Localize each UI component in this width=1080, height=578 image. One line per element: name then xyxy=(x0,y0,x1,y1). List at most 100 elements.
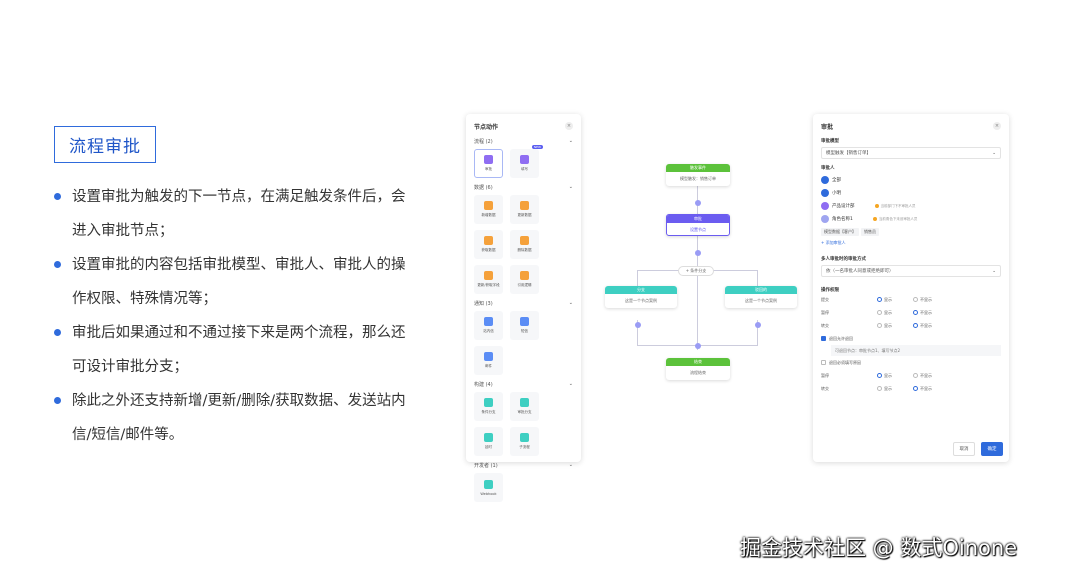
permission-label: 暂停 xyxy=(821,309,829,315)
node-section-header[interactable]: 构建 (4) ⌄ xyxy=(474,381,573,389)
node-section-header[interactable]: 开发者 (1) ⌄ xyxy=(474,462,573,470)
permission-label: 暂停 xyxy=(821,372,829,378)
radio-button[interactable] xyxy=(913,323,918,328)
radio-option-hide[interactable]: 不显示 xyxy=(913,386,949,392)
node-tile[interactable]: Webhook xyxy=(474,473,503,502)
end-node[interactable]: 结束 流程结束 xyxy=(666,358,730,380)
reason-checkbox-row[interactable]: 退回必须填写原因 xyxy=(821,356,1001,369)
node-tile[interactable]: 审批 xyxy=(474,149,503,178)
radio-option-hide[interactable]: 不显示 xyxy=(913,323,949,329)
approver-item[interactable]: 产品设计部 当前部门下不审批人员 xyxy=(821,202,1001,210)
checkbox-unchecked[interactable] xyxy=(821,360,826,365)
radio-option-show[interactable]: 显示 xyxy=(877,297,913,303)
warning-icon xyxy=(872,217,877,221)
radio-button[interactable] xyxy=(913,373,918,378)
approval-panel-title: 审批 xyxy=(821,123,834,131)
radio-option-hide[interactable]: 不显示 xyxy=(913,373,949,379)
add-node-icon[interactable] xyxy=(695,343,701,349)
node-icon xyxy=(484,271,493,280)
node-tile[interactable]: 条件分支 xyxy=(474,392,503,421)
multi-approve-select[interactable]: 依（一名审批人同意或拒绝即可） ⌄ xyxy=(821,265,1001,277)
branch-left-node[interactable]: 分支 这是一个节点案例 xyxy=(605,286,677,308)
bullet-text: 除此之外还支持新增/更新/删除/获取数据、发送站内信/短信/邮件等。 xyxy=(72,393,406,443)
node-tile[interactable]: 更新/获取字段 xyxy=(474,265,503,294)
radio-label: 不显示 xyxy=(920,385,932,391)
approver-name: 角色名称1 xyxy=(832,217,853,222)
node-tile-label: 延时 xyxy=(485,445,492,449)
flow-canvas: 触发事件 模型触发：销售订单 审批 设置节点 + 条件分支 分支 这是一个节点案… xyxy=(600,160,797,400)
add-node-icon[interactable] xyxy=(755,322,761,328)
node-tile[interactable]: 新增数据 xyxy=(474,195,503,224)
radio-button[interactable] xyxy=(877,310,882,315)
bullet-dot xyxy=(54,329,61,336)
cancel-button[interactable]: 取消 xyxy=(953,442,975,456)
approver-name: 产品设计部 xyxy=(832,204,855,209)
node-section-label: 构建 (4) xyxy=(474,382,493,388)
node-tile-label: 更新数据 xyxy=(517,213,532,217)
close-icon[interactable]: × xyxy=(993,122,1001,130)
approver-item[interactable]: 小明 xyxy=(821,189,1001,197)
radio-option-hide[interactable]: 不显示 xyxy=(913,297,949,303)
radio-option-hide[interactable]: 不显示 xyxy=(913,310,949,316)
add-branch-button[interactable]: + 条件分支 xyxy=(678,266,714,276)
branch-right-body: 这是一个节点案例 xyxy=(745,298,777,303)
branch-left-header: 分支 xyxy=(605,286,677,294)
node-tile[interactable]: 获取数据 xyxy=(474,230,503,259)
radio-option-show[interactable]: 显示 xyxy=(877,386,913,392)
node-tile[interactable]: 短信 xyxy=(510,311,539,340)
radio-button[interactable] xyxy=(877,297,882,302)
radio-button[interactable] xyxy=(877,323,882,328)
node-actions-panel: 节点动作 × 流程 (2) ⌄ 审批 填写 NEW 数据 (6) ⌄ 新增数据 更新数据获取数据… xyxy=(466,114,581,502)
node-tile[interactable]: 填写 NEW xyxy=(510,145,543,178)
add-approver-link[interactable]: + 添加审批人 xyxy=(821,240,1001,246)
permission-row: 提交 显示 不显示 xyxy=(821,293,1001,306)
radio-option-show[interactable]: 显示 xyxy=(877,323,913,329)
node-icon xyxy=(520,155,529,164)
node-section-header[interactable]: 数据 (6) ⌄ xyxy=(474,184,573,192)
radio-option-show[interactable]: 显示 xyxy=(877,310,913,316)
close-icon[interactable]: × xyxy=(565,122,573,130)
approver-item[interactable]: 全部 xyxy=(821,176,1001,184)
add-node-icon[interactable] xyxy=(635,322,641,328)
bullet-item: 审批后如果通过和不通过接下来是两个流程，那么还可设计审批分支； xyxy=(54,316,414,384)
add-node-icon[interactable] xyxy=(695,250,701,256)
node-tile[interactable]: 审批分支 xyxy=(510,392,539,421)
ok-button[interactable]: 确定 xyxy=(981,442,1003,456)
node-tile[interactable]: 站内信 xyxy=(474,311,503,340)
node-section-header[interactable]: 流程 (2) ⌄ xyxy=(474,138,573,146)
radio-label: 显示 xyxy=(884,322,892,328)
chevron-down-icon: ⌄ xyxy=(568,138,573,144)
model-select[interactable]: 模型触发【销售订单】 ⌄ xyxy=(821,147,1001,159)
node-tile[interactable]: 邮件 xyxy=(474,346,503,375)
radio-button[interactable] xyxy=(913,297,918,302)
branch-right-node[interactable]: 驳回的 这是一个节点案例 xyxy=(725,286,797,308)
chevron-down-icon: ⌄ xyxy=(992,268,996,274)
radio-button[interactable] xyxy=(913,386,918,391)
node-tile[interactable]: 延时 xyxy=(474,427,503,456)
node-section-header[interactable]: 通知 (3) ⌄ xyxy=(474,300,573,308)
add-node-icon[interactable] xyxy=(695,200,701,206)
trigger-node[interactable]: 触发事件 模型触发：销售订单 xyxy=(666,164,730,186)
node-section-label: 开发者 (1) xyxy=(474,463,498,469)
model-label: 审批模型 xyxy=(821,139,839,144)
radio-button[interactable] xyxy=(913,310,918,315)
radio-label: 显示 xyxy=(884,309,892,315)
return-nodes-field[interactable]: 可退回节点：审批节点1、填写节点2 xyxy=(831,345,1001,356)
node-icon xyxy=(520,236,529,245)
return-checkbox-row[interactable]: 退回允许退回 xyxy=(821,332,1001,345)
approve-node[interactable]: 审批 设置节点 xyxy=(666,214,730,236)
node-tile[interactable]: 子流程 xyxy=(510,427,539,456)
checkbox-checked[interactable] xyxy=(821,336,826,341)
radio-button[interactable] xyxy=(877,386,882,391)
node-tile[interactable]: 更新数据 xyxy=(510,195,539,224)
node-tile[interactable]: 引用逻辑 xyxy=(510,265,539,294)
radio-option-show[interactable]: 显示 xyxy=(877,373,913,379)
node-panel-header: 节点动作 × xyxy=(474,120,573,132)
node-tile[interactable]: 删除数据 xyxy=(510,230,539,259)
radio-button[interactable] xyxy=(877,373,882,378)
approver-item[interactable]: 角色名称1 当前角色下未设审批人员 xyxy=(821,215,1001,223)
node-tile-label: 删除数据 xyxy=(517,248,532,252)
ops2-rows: 暂停 显示 不显示 转交 显示 不显示 xyxy=(821,369,1001,395)
permission-row: 转交 显示 不显示 xyxy=(821,382,1001,395)
permission-label: 转交 xyxy=(821,385,829,391)
